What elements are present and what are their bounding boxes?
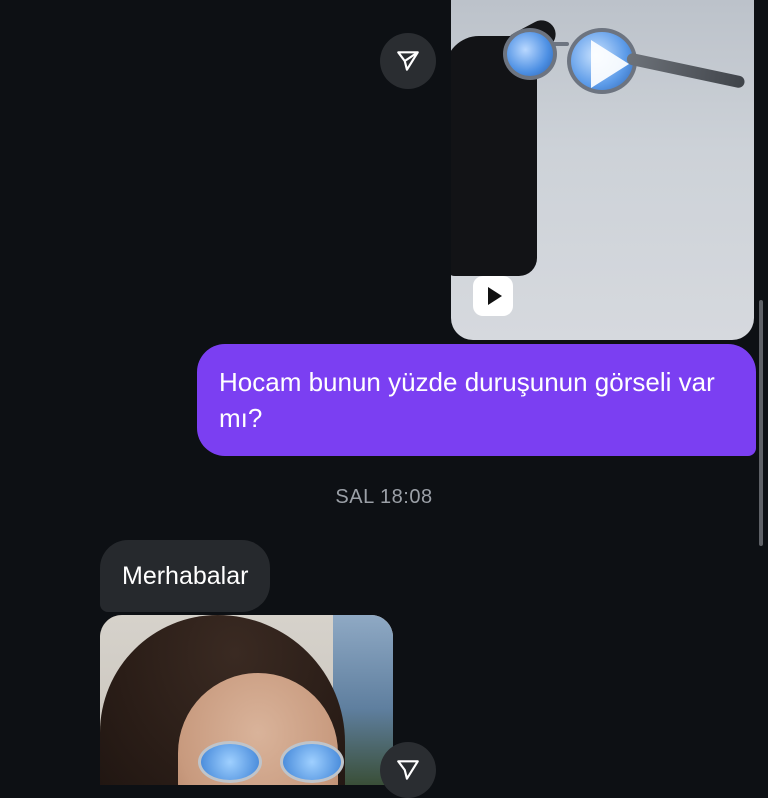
send-arrow-icon [397, 760, 419, 780]
video-play-triangle [488, 287, 502, 305]
video-message[interactable] [451, 0, 754, 340]
play-icon [591, 40, 629, 88]
video-thumbnail-temple [625, 52, 746, 89]
photo-lens-right [280, 741, 344, 783]
outgoing-message-text: Hocam bunun yüzde duruşunun görseli var … [219, 367, 715, 433]
photo-message[interactable] [100, 615, 393, 785]
video-thumbnail-lens-left [503, 28, 557, 80]
message-timestamp: SAL 18:08 [335, 486, 433, 508]
scrollbar[interactable] [759, 300, 763, 546]
share-button[interactable] [380, 33, 436, 89]
send-arrow-icon [397, 51, 419, 71]
video-thumbnail-bridge [551, 42, 569, 46]
incoming-message-text: Merhabalar [122, 562, 249, 590]
video-play-icon[interactable] [473, 276, 513, 316]
outgoing-message-bubble[interactable]: Hocam bunun yüzde duruşunun görseli var … [197, 344, 756, 456]
photo-lens-left [198, 741, 262, 783]
share-button-photo[interactable] [380, 742, 436, 798]
incoming-message-bubble[interactable]: Merhabalar [100, 540, 271, 612]
